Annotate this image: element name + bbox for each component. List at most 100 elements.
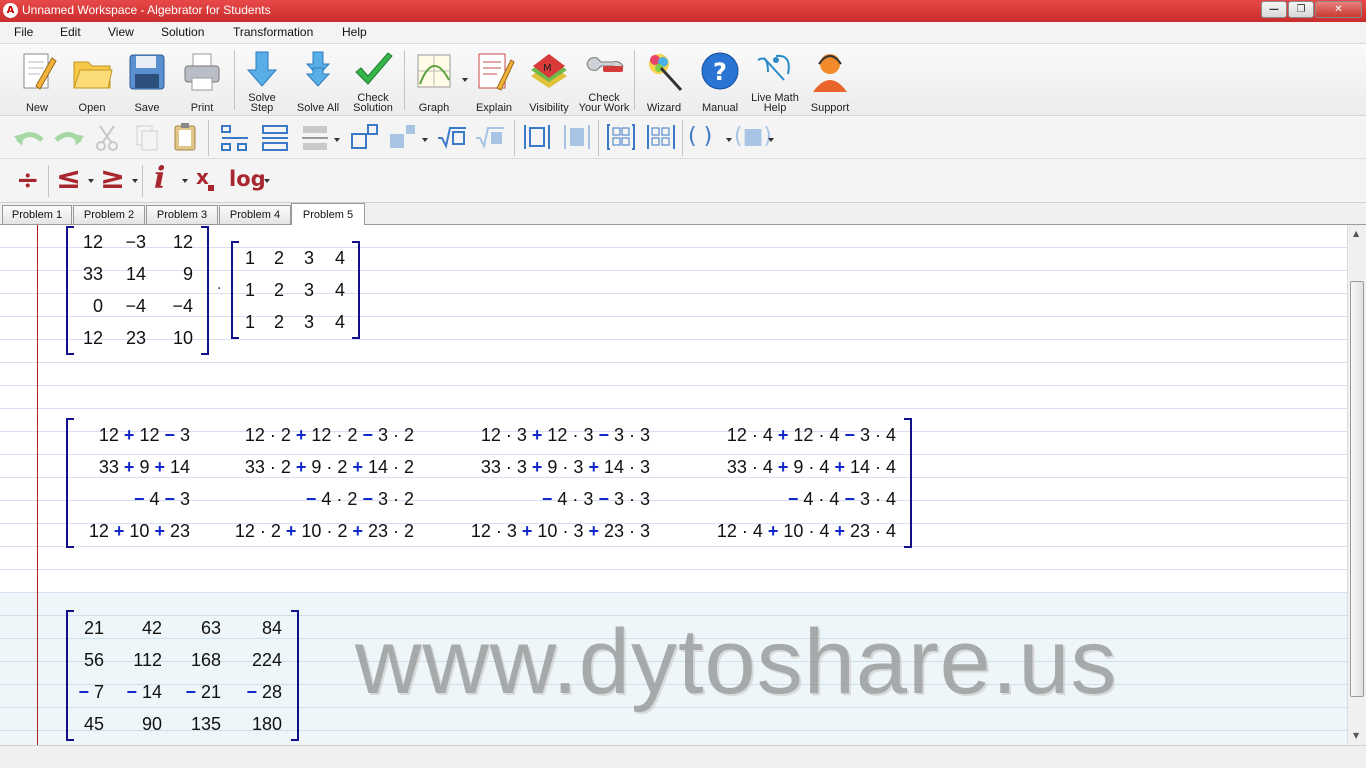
scroll-up-arrow-icon[interactable]: ▲ bbox=[1353, 229, 1359, 238]
result-cell: 84 bbox=[261, 618, 282, 638]
matrix-a-cell: −4 bbox=[125, 296, 146, 316]
toolbar-separator bbox=[208, 120, 209, 156]
expansion-cell: 12 · 3 + 10 · 3 + 23 · 3 bbox=[470, 521, 650, 541]
manual-button[interactable]: ? Manual bbox=[694, 48, 746, 114]
expansion-cell: − 4 − 3 bbox=[133, 489, 190, 509]
result-cell: 180 bbox=[251, 714, 282, 734]
tab-problem-4[interactable]: Problem 4 bbox=[219, 205, 291, 225]
matrix-a-cell: 33 bbox=[82, 264, 103, 284]
solve-step-button[interactable]: Solve Step bbox=[238, 48, 286, 114]
norm-icon[interactable] bbox=[562, 122, 592, 152]
menu-transformation[interactable]: Transformation bbox=[233, 25, 313, 39]
less-equal-dropdown[interactable] bbox=[88, 179, 94, 183]
fraction-icon[interactable] bbox=[300, 124, 330, 152]
greater-equal-button[interactable]: ≥ bbox=[100, 161, 125, 196]
scroll-down-arrow-icon[interactable]: ▼ bbox=[1353, 731, 1359, 740]
magic-wand-icon bbox=[649, 54, 683, 92]
result-cell: 90 bbox=[141, 714, 162, 734]
tab-problem-3[interactable]: Problem 3 bbox=[146, 205, 218, 225]
matrix-icon[interactable] bbox=[606, 122, 636, 152]
wizard-button[interactable]: Wizard bbox=[638, 48, 690, 114]
fraction-dropdown[interactable] bbox=[334, 138, 340, 142]
multiplication-dot: · bbox=[217, 281, 222, 297]
tab-problem-1[interactable]: Problem 1 bbox=[2, 205, 72, 225]
expansion-cell: 12 + 10 + 23 bbox=[88, 521, 190, 541]
print-button[interactable]: Print bbox=[176, 48, 228, 114]
maximize-button[interactable]: ❐ bbox=[1288, 1, 1314, 18]
menu-file[interactable]: File bbox=[14, 25, 33, 39]
menu-help[interactable]: Help bbox=[342, 25, 367, 39]
parentheses-icon[interactable]: ( ) bbox=[688, 124, 712, 149]
power-icon[interactable] bbox=[388, 122, 418, 152]
grouped-parentheses-icon[interactable]: (■) bbox=[734, 124, 772, 149]
matrix-b-cell: 2 bbox=[273, 312, 284, 332]
insert-row-icon[interactable] bbox=[220, 124, 250, 152]
redo-icon[interactable] bbox=[52, 126, 86, 150]
matrix-a-cell: 23 bbox=[125, 328, 146, 348]
toolbar-separator bbox=[634, 50, 635, 110]
menu-edit[interactable]: Edit bbox=[60, 25, 81, 39]
result-cell: 63 bbox=[200, 618, 221, 638]
result-cell: 168 bbox=[190, 650, 221, 670]
divide-symbol-button[interactable]: ÷ bbox=[16, 163, 39, 196]
minimize-button[interactable]: — bbox=[1261, 1, 1287, 18]
imaginary-dropdown[interactable] bbox=[182, 179, 188, 183]
undo-icon[interactable] bbox=[12, 126, 46, 150]
expansion-cell: − 4 · 2 − 3 · 2 bbox=[305, 489, 414, 509]
solve-all-button[interactable]: Solve All bbox=[290, 48, 346, 114]
toolbar-separator bbox=[598, 120, 599, 156]
vertical-scrollbar[interactable]: ▲ ▼ bbox=[1347, 225, 1366, 745]
tab-problem-2[interactable]: Problem 2 bbox=[73, 205, 145, 225]
new-document-icon bbox=[23, 53, 57, 90]
subscript-box-icon bbox=[208, 185, 214, 191]
expansion-cell: 33 · 4 + 9 · 4 + 14 · 4 bbox=[726, 457, 896, 477]
log-button[interactable]: log bbox=[229, 167, 266, 191]
copy-icon[interactable] bbox=[134, 124, 160, 152]
log-dropdown[interactable] bbox=[264, 179, 270, 183]
explain-button[interactable]: Explain bbox=[470, 48, 518, 114]
double-down-arrow-icon bbox=[305, 51, 331, 87]
matrix-a-cell: 12 bbox=[172, 232, 193, 252]
save-button[interactable]: Save bbox=[122, 48, 172, 114]
menu-view[interactable]: View bbox=[108, 25, 134, 39]
square-root-icon[interactable] bbox=[436, 124, 468, 150]
open-button[interactable]: Open bbox=[66, 48, 118, 114]
absolute-value-icon[interactable] bbox=[522, 122, 552, 152]
paste-icon[interactable] bbox=[172, 122, 198, 152]
parentheses-dropdown[interactable] bbox=[726, 138, 732, 142]
imaginary-unit-button[interactable]: i bbox=[154, 161, 165, 196]
matrix-a-cell: 12 bbox=[82, 328, 103, 348]
toolbar-separator bbox=[142, 165, 143, 197]
menu-solution[interactable]: Solution bbox=[161, 25, 204, 39]
matrix-a-cell: 0 bbox=[92, 296, 103, 316]
nth-root-icon[interactable] bbox=[474, 124, 506, 150]
equation-align-icon[interactable] bbox=[260, 124, 290, 152]
determinant-icon[interactable] bbox=[646, 122, 676, 152]
cut-icon[interactable] bbox=[94, 124, 120, 152]
toolbar-separator bbox=[682, 120, 683, 156]
grouped-parentheses-dropdown[interactable] bbox=[768, 138, 774, 142]
result-cell: 56 bbox=[83, 650, 104, 670]
new-button[interactable]: New bbox=[12, 48, 62, 114]
check-your-work-button[interactable]: Check Your Work bbox=[578, 48, 630, 114]
matrix-a-cell: −3 bbox=[125, 232, 146, 252]
visibility-button[interactable]: M Visibility bbox=[522, 48, 576, 114]
expansion-cell: 12 · 2 + 12 · 2 − 3 · 2 bbox=[244, 425, 414, 445]
matrix-b-cell: 3 bbox=[303, 248, 314, 268]
check-solution-button[interactable]: Check Solution bbox=[348, 48, 398, 114]
tab-problem-5[interactable]: Problem 5 bbox=[291, 203, 365, 226]
matrix-b-cell: 1 bbox=[244, 312, 255, 332]
greater-equal-dropdown[interactable] bbox=[132, 179, 138, 183]
graph-dropdown[interactable] bbox=[462, 78, 468, 82]
scroll-thumb[interactable] bbox=[1350, 281, 1364, 697]
status-bar bbox=[0, 745, 1366, 768]
support-button[interactable]: Support bbox=[804, 48, 856, 114]
subscript-button[interactable]: x bbox=[196, 165, 209, 189]
live-math-help-button[interactable]: Live Math Help bbox=[748, 48, 802, 114]
less-equal-button[interactable]: ≤ bbox=[56, 161, 81, 196]
superscript-icon[interactable] bbox=[350, 122, 380, 152]
close-button[interactable]: ✕ bbox=[1315, 1, 1362, 18]
graph-button[interactable]: Graph bbox=[408, 48, 460, 114]
workspace-canvas[interactable]: 12 −3 12 33 14 9 0 −4 −4 12 23 10 · 1 2 … bbox=[0, 225, 1347, 745]
power-dropdown[interactable] bbox=[422, 138, 428, 142]
